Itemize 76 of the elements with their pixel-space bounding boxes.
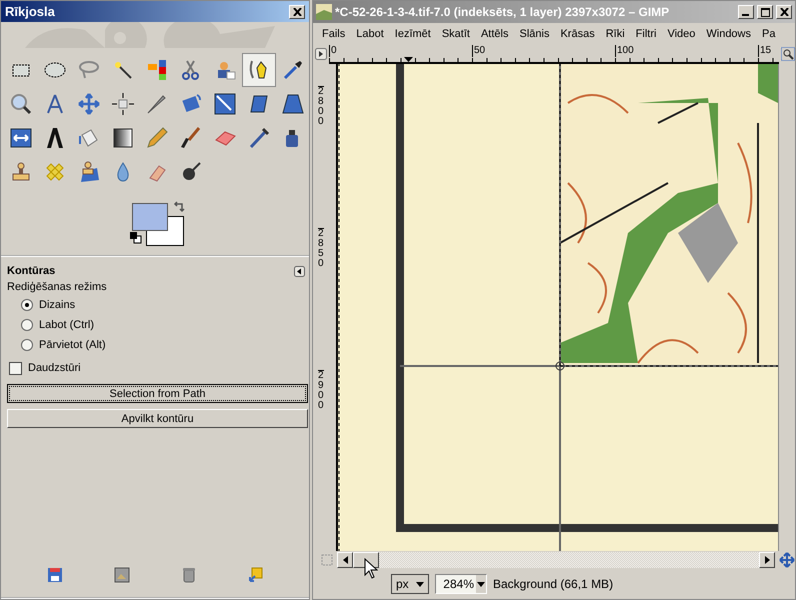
scroll-left-button[interactable] — [337, 552, 353, 568]
unit-dropdown[interactable]: px — [391, 574, 429, 594]
magnifier-icon — [9, 92, 33, 116]
left-arrow-icon — [342, 556, 348, 564]
layer-info: Background (66,1 MB) — [493, 577, 614, 591]
maximize-button[interactable] — [757, 5, 773, 19]
reset-icon[interactable] — [248, 567, 264, 583]
align-icon — [111, 92, 135, 116]
menu-item[interactable]: Slānis — [519, 28, 550, 40]
flip-icon — [9, 126, 33, 150]
pointer-marker-icon — [404, 57, 413, 62]
image-icon[interactable] — [114, 567, 130, 583]
radio-label: Dizains — [39, 299, 76, 311]
window-title: *C-52-26-1-3-4.tif-7.0 (indeksēts, 1 layer) 2397x3072 – GIMP — [335, 5, 670, 19]
zoom-dropdown[interactable]: 284% — [435, 574, 487, 594]
swap-arrows-icon[interactable] — [173, 199, 187, 213]
map-thumbnail-icon — [316, 4, 332, 20]
action-button[interactable]: Selection from Path — [7, 384, 308, 403]
close-button[interactable] — [776, 5, 792, 19]
ruler-label: 2800 — [318, 86, 324, 127]
radio-button[interactable] — [21, 339, 33, 351]
move-arrows-icon — [77, 92, 101, 116]
dropdown-arrow-icon — [477, 582, 485, 586]
menu-item[interactable]: Iezīmēt — [394, 28, 431, 40]
close-button[interactable] — [289, 4, 305, 18]
eyedropper-icon — [281, 58, 305, 82]
background-color-swatch[interactable] — [146, 216, 184, 246]
ruler-label: 15 — [758, 45, 772, 57]
default-colors-icon[interactable] — [130, 232, 142, 244]
pencil-icon — [145, 126, 169, 150]
foreground-color-swatch[interactable] — [132, 203, 168, 231]
collapse-icon[interactable] — [294, 266, 305, 276]
action-button[interactable]: Apvilkt kontūru — [7, 409, 308, 428]
maximize-icon — [760, 8, 770, 16]
ruler-label: 50 — [472, 45, 486, 57]
minimize-button[interactable] — [738, 5, 754, 19]
close-icon — [780, 8, 788, 16]
ruler-label: 2850 — [318, 228, 324, 269]
save-icon[interactable] — [46, 567, 62, 583]
scroll-right-button[interactable] — [759, 552, 775, 568]
menu-item[interactable]: Filtri — [636, 28, 656, 40]
right-arrow-icon — [764, 556, 770, 564]
paintbrush-icon — [179, 126, 203, 150]
radio-label: Labot (Ctrl) — [39, 319, 94, 331]
close-icon — [292, 8, 302, 16]
ruler-label: 2900 — [318, 370, 324, 411]
menu-item[interactable]: Fails — [322, 28, 346, 40]
menu-item[interactable]: Labot — [356, 28, 384, 40]
menu-item[interactable]: Pa — [762, 28, 776, 40]
scale-icon — [213, 92, 237, 116]
menu-item[interactable]: Windows — [706, 28, 751, 40]
radio-button[interactable] — [21, 299, 33, 311]
gradient-square-icon — [111, 126, 135, 150]
radio-label: Pārvietot (Alt) — [39, 339, 106, 351]
menu-item[interactable]: Rīki — [606, 28, 625, 40]
trash-icon[interactable] — [180, 567, 196, 583]
checkbox[interactable] — [9, 362, 22, 374]
menu-item[interactable]: Krāsas — [560, 28, 595, 40]
checkbox-label: Daudzstūri — [28, 362, 81, 374]
ruler-label: 100 — [615, 45, 634, 57]
perspective-icon — [281, 92, 305, 116]
zoom-icon[interactable] — [781, 47, 795, 61]
menu-item[interactable]: Skatīt — [442, 28, 470, 40]
color-squares-icon — [145, 58, 169, 82]
navigate-icon[interactable] — [779, 552, 795, 568]
tool-button[interactable] — [242, 53, 276, 87]
ruler-label: 0 — [329, 45, 337, 57]
dropdown-arrow-icon — [416, 582, 424, 586]
menu-item[interactable]: Video — [667, 28, 696, 40]
radio-button[interactable] — [21, 319, 33, 331]
window-title: Rīkjosla — [5, 4, 55, 19]
menu-item[interactable]: Attēls — [480, 28, 508, 40]
mouse-cursor-icon — [364, 558, 378, 580]
mode-label: Rediģēšanas režims — [7, 280, 108, 295]
options-title: Kontūras — [7, 265, 56, 277]
horizontal-scrollbar[interactable] — [337, 552, 775, 568]
